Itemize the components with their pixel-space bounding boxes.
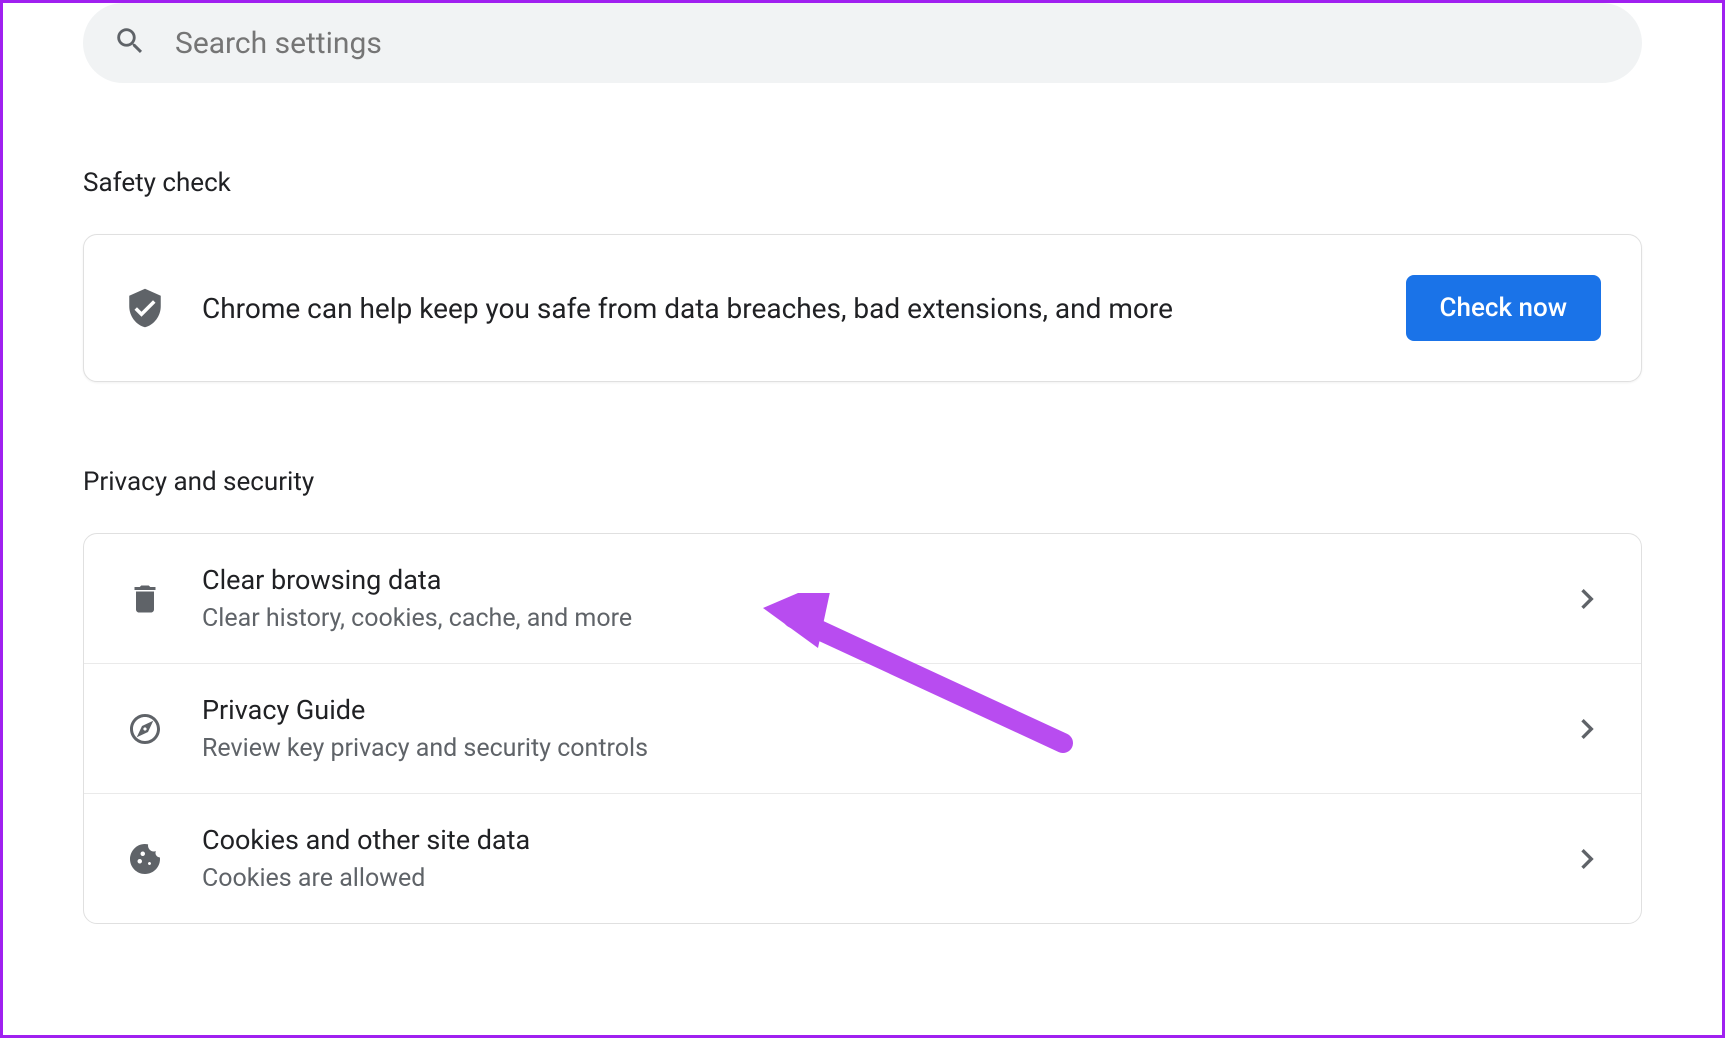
search-settings-bar[interactable]	[83, 3, 1642, 83]
chevron-right-icon	[1581, 849, 1601, 869]
row-subtitle: Cookies are allowed	[202, 864, 1581, 893]
safety-check-heading: Safety check	[83, 168, 1722, 198]
cookie-icon	[124, 838, 166, 880]
row-subtitle: Review key privacy and security controls	[202, 734, 1581, 763]
search-icon	[113, 24, 175, 62]
chevron-right-icon	[1581, 719, 1601, 739]
row-privacy-guide[interactable]: Privacy Guide Review key privacy and sec…	[84, 664, 1641, 794]
privacy-security-list: Clear browsing data Clear history, cooki…	[83, 533, 1642, 924]
chevron-right-icon	[1581, 589, 1601, 609]
row-subtitle: Clear history, cookies, cache, and more	[202, 604, 1581, 633]
row-title: Cookies and other site data	[202, 824, 1581, 856]
row-clear-browsing-data[interactable]: Clear browsing data Clear history, cooki…	[84, 534, 1641, 664]
row-title: Privacy Guide	[202, 694, 1581, 726]
row-cookies-site-data[interactable]: Cookies and other site data Cookies are …	[84, 794, 1641, 923]
shield-icon	[124, 287, 166, 329]
safety-check-card: Chrome can help keep you safe from data …	[83, 234, 1642, 382]
trash-icon	[124, 578, 166, 620]
row-title: Clear browsing data	[202, 564, 1581, 596]
safety-check-description: Chrome can help keep you safe from data …	[202, 292, 1406, 325]
compass-icon	[124, 708, 166, 750]
search-input[interactable]	[175, 26, 1612, 61]
privacy-security-heading: Privacy and security	[83, 467, 1722, 497]
check-now-button[interactable]: Check now	[1406, 275, 1601, 341]
